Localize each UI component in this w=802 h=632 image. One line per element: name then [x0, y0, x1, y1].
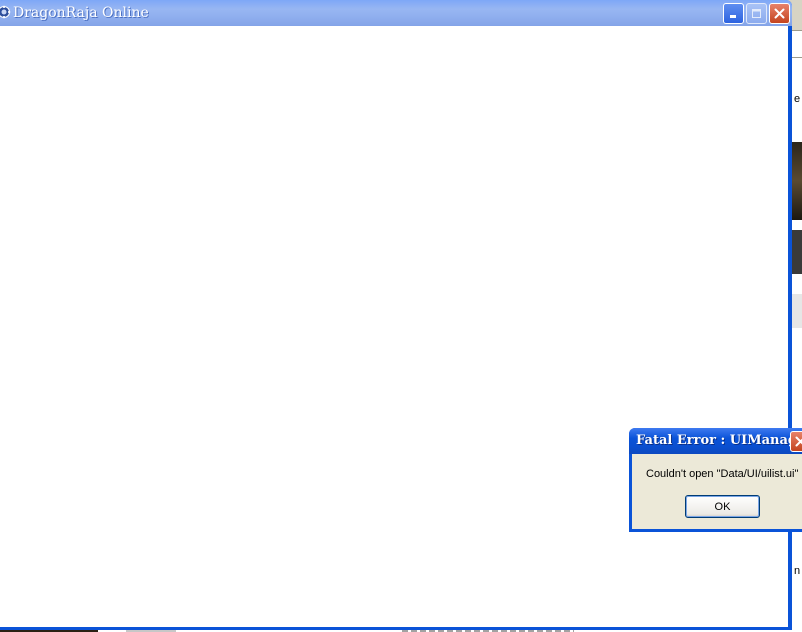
dialog-titlebar[interactable]: Fatal Error : UIManager	[629, 428, 802, 454]
maximize-icon	[752, 9, 761, 18]
close-icon	[795, 436, 802, 447]
main-window: DragonRaja Online	[0, 0, 792, 630]
fatal-error-dialog: Fatal Error : UIManager Couldn't open "D…	[629, 428, 802, 532]
maximize-button[interactable]	[746, 3, 767, 24]
main-window-titlebar[interactable]: DragonRaja Online	[0, 0, 792, 26]
dialog-body: Couldn't open "Data/UI/uilist.ui" OK	[632, 454, 802, 529]
desktop-screen: e n DragonRaja Online Fatal Error: UIMa…	[0, 0, 802, 632]
minimize-button[interactable]	[723, 3, 744, 24]
background-text-fragment: e	[794, 93, 801, 105]
dragonraja-app-icon[interactable]	[0, 5, 11, 19]
close-icon	[774, 8, 785, 19]
main-window-client-area[interactable]	[0, 26, 788, 627]
main-window-title: DragonRaja Online	[13, 5, 149, 21]
close-button[interactable]	[769, 3, 790, 24]
background-text-fragment: n	[794, 565, 801, 577]
dialog-close-button[interactable]	[790, 431, 802, 452]
dialog-title: Fatal Error : UIManager	[636, 433, 802, 448]
ok-button[interactable]: OK	[685, 495, 760, 518]
minimize-icon	[730, 15, 736, 18]
error-message: Couldn't open "Data/UI/uilist.ui"	[646, 468, 799, 480]
